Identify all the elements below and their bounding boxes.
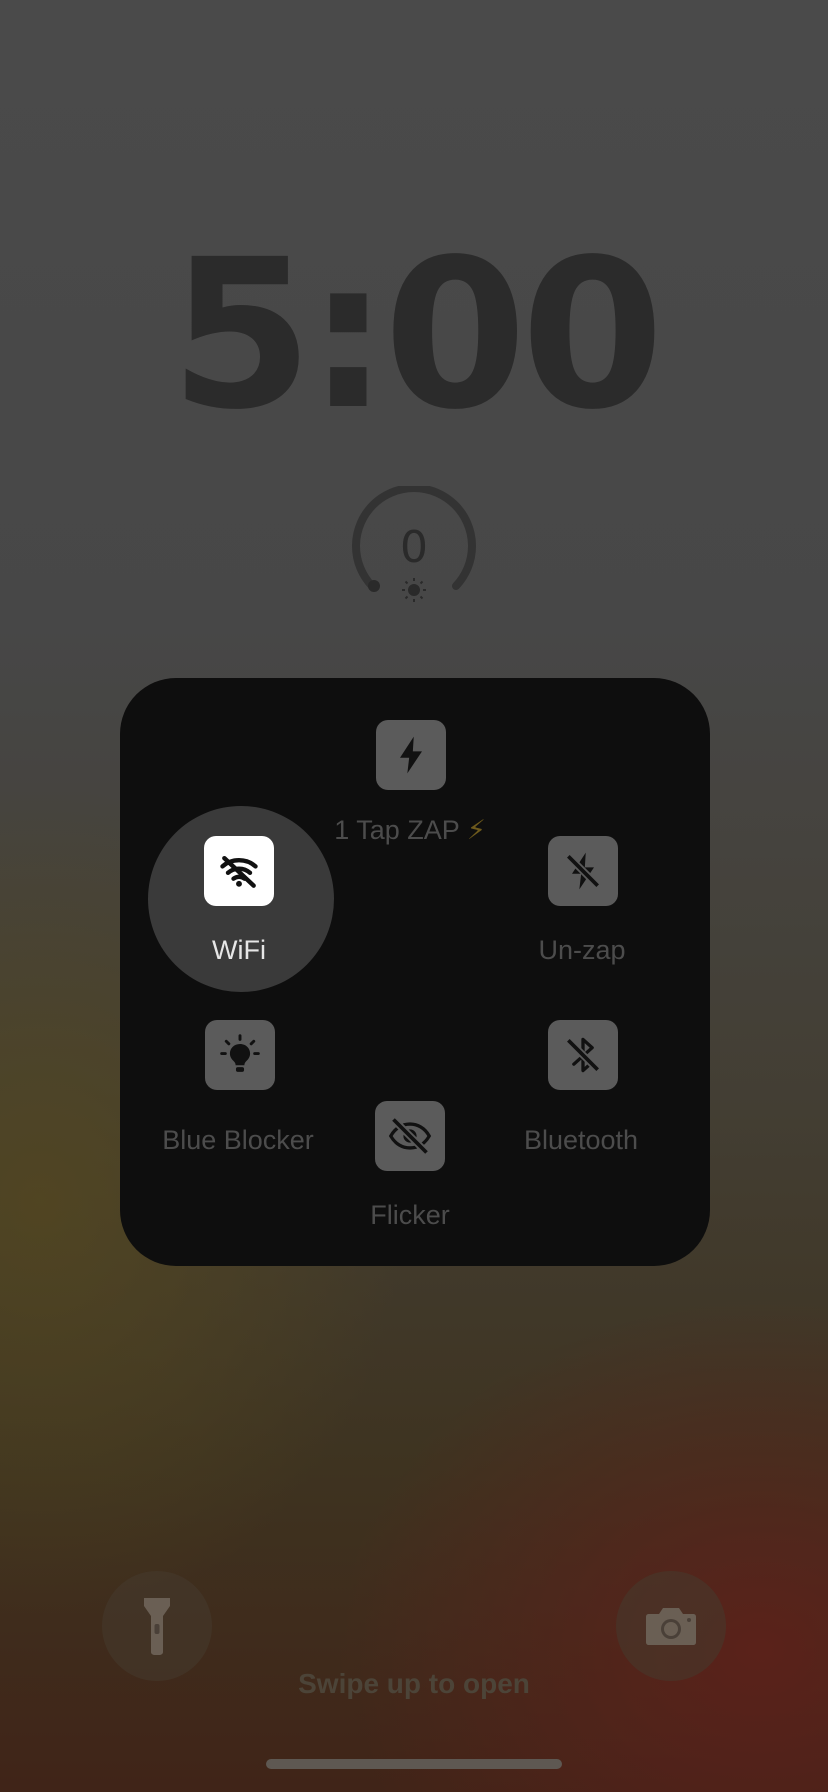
camera-icon xyxy=(646,1608,696,1645)
home-indicator[interactable] xyxy=(266,1759,562,1769)
gauge-value: 0 xyxy=(400,522,428,573)
bolt-emoji: ⚡ xyxy=(466,815,486,845)
flicker-label: Flicker xyxy=(370,1200,450,1230)
flashlight-button[interactable] xyxy=(102,1571,212,1681)
bolt-slash-icon xyxy=(565,852,601,890)
wifi-off-icon xyxy=(220,855,258,888)
wifi-button[interactable] xyxy=(204,836,274,906)
clock-time: 5:00 xyxy=(169,215,664,455)
camera-button[interactable] xyxy=(616,1571,726,1681)
bluetooth-label: Bluetooth xyxy=(523,1125,639,1155)
sun-icon xyxy=(402,578,426,602)
bolt-icon xyxy=(400,736,422,774)
flashlight-icon xyxy=(144,1598,170,1655)
swipe-hint: Swipe up to open xyxy=(298,1668,530,1699)
wifi-label: WiFi xyxy=(212,935,266,965)
unzap-label: Un-zap xyxy=(538,935,626,965)
unzap-button[interactable] xyxy=(548,836,618,906)
bluetooth-slash-icon xyxy=(565,1037,601,1073)
eye-slash-icon xyxy=(388,1116,432,1156)
blue-blocker-button[interactable] xyxy=(205,1020,275,1090)
zap-button[interactable] xyxy=(376,720,446,790)
lightbulb-icon xyxy=(220,1034,260,1072)
zap-label: 1 Tap ZAP ⚡ xyxy=(334,815,486,845)
blue-blocker-label: Blue Blocker xyxy=(162,1125,314,1155)
flicker-button[interactable] xyxy=(375,1101,445,1171)
bluetooth-button[interactable] xyxy=(548,1020,618,1090)
